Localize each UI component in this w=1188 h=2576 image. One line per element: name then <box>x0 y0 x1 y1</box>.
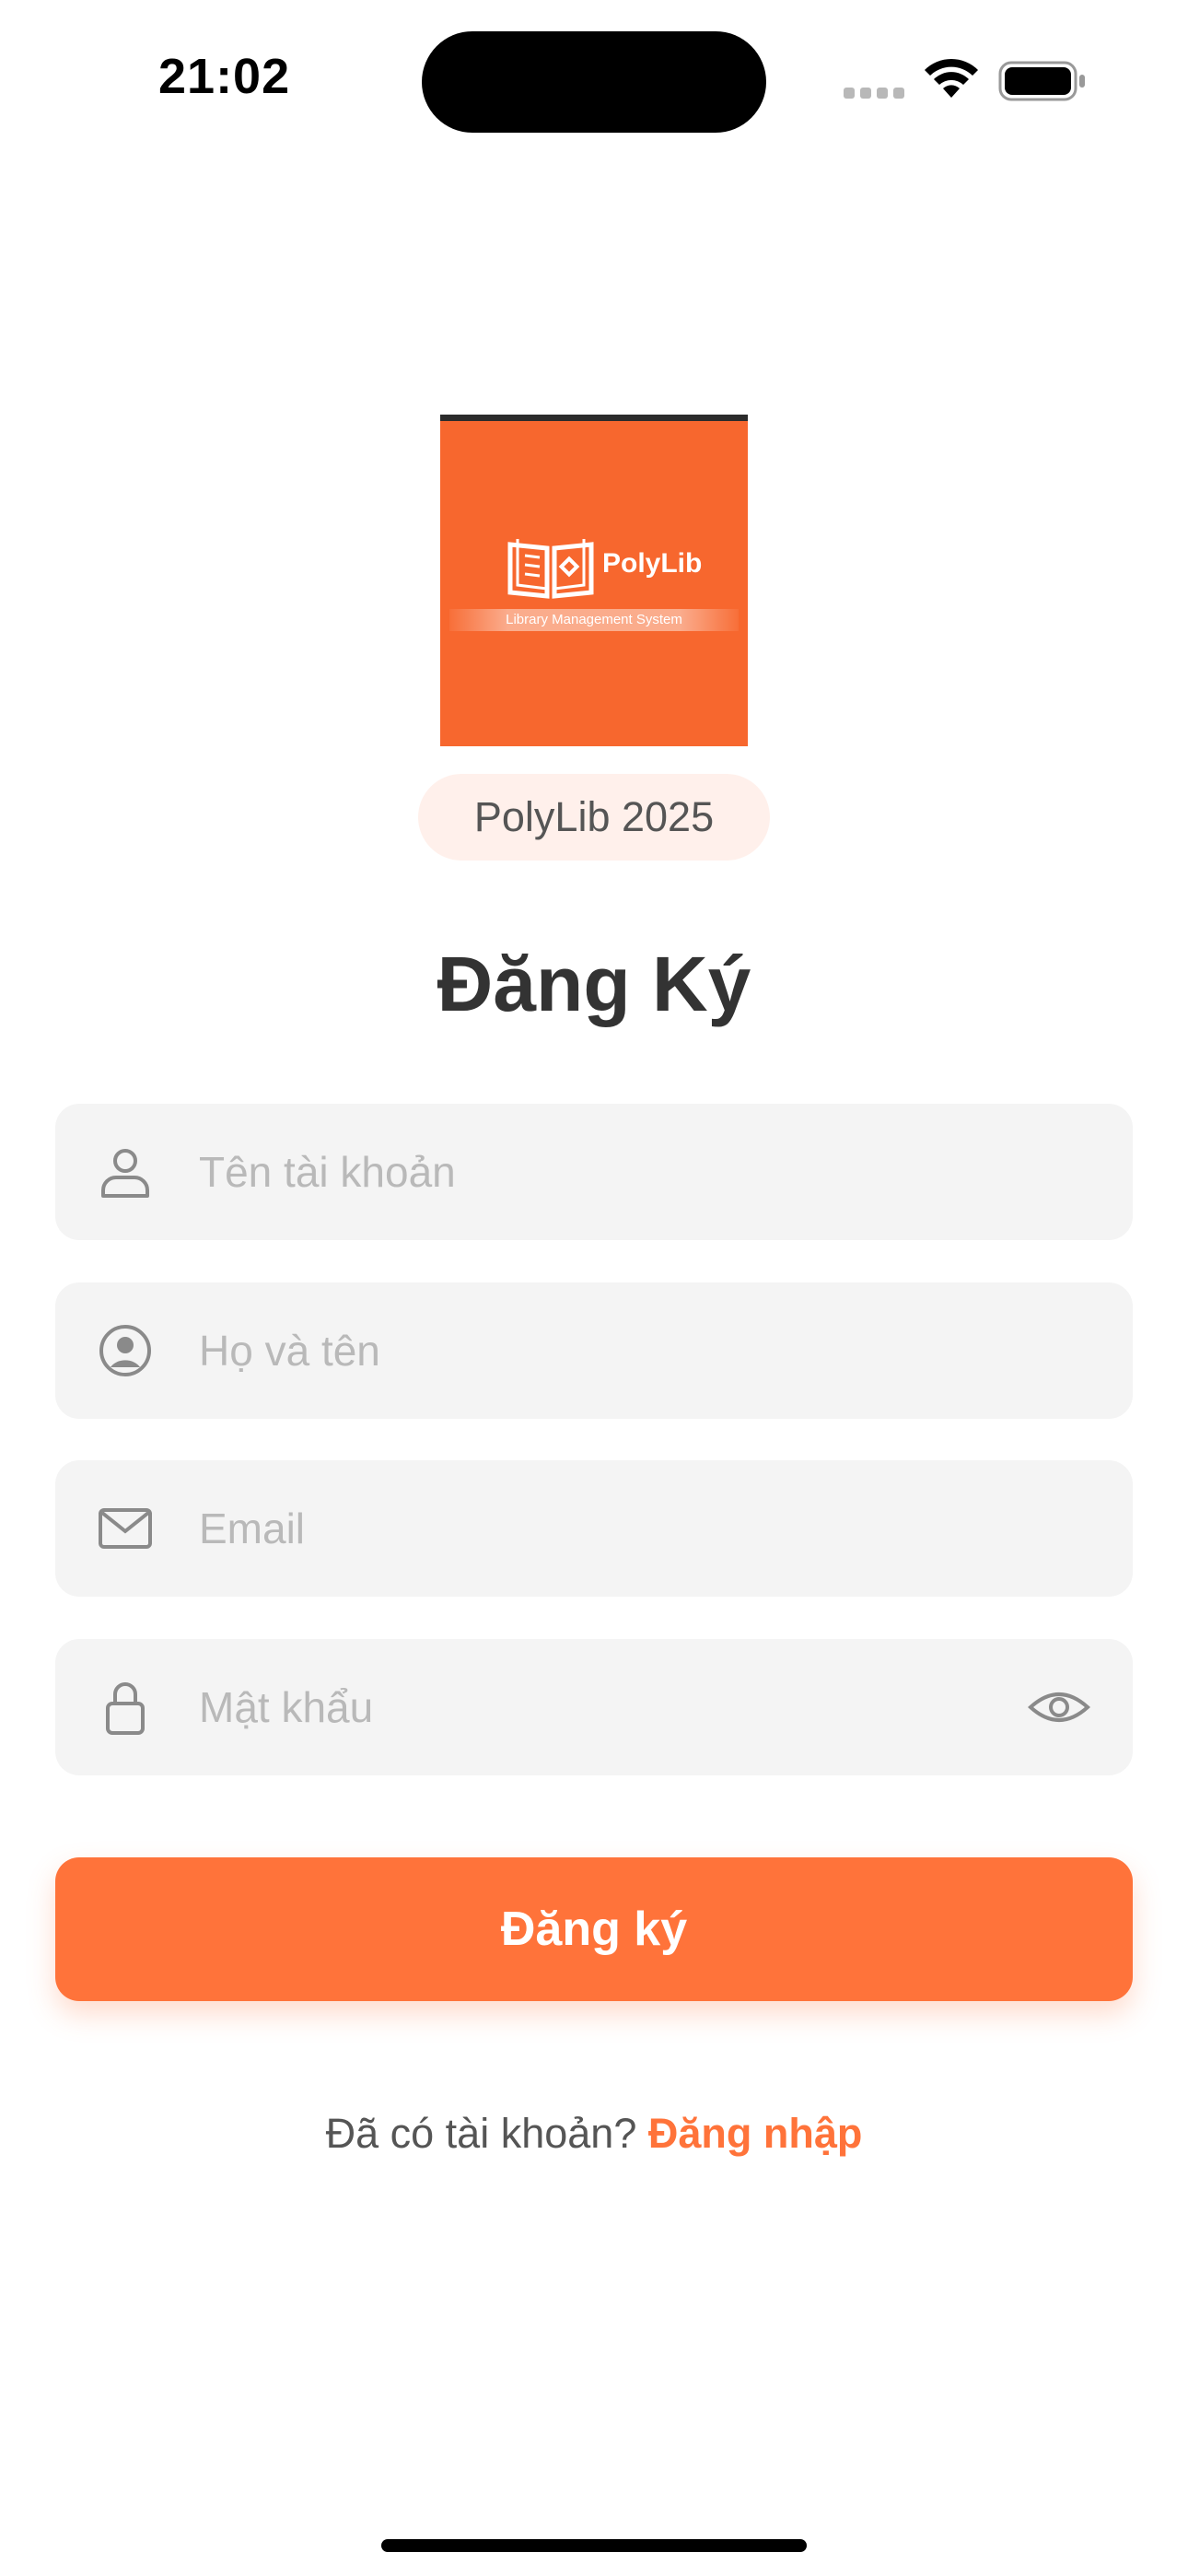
user-circle-icon <box>99 1325 151 1376</box>
fullname-input[interactable] <box>199 1282 1028 1419</box>
login-link[interactable]: Đăng nhập <box>648 2110 863 2157</box>
dynamic-island <box>422 31 766 133</box>
open-book-icon <box>507 539 594 599</box>
fullname-field[interactable] <box>55 1282 1133 1419</box>
version-badge: PolyLib 2025 <box>418 774 770 861</box>
username-field[interactable] <box>55 1104 1133 1240</box>
username-input[interactable] <box>199 1104 1028 1240</box>
login-prompt: Đã có tài khoản? Đăng nhập <box>0 2110 1188 2158</box>
home-indicator[interactable] <box>381 2539 807 2552</box>
app-logo: PolyLib Library Management System <box>440 415 748 746</box>
logo-tagline: Library Management System <box>449 609 739 631</box>
login-prompt-text: Đã có tài khoản? <box>325 2110 637 2157</box>
email-input[interactable] <box>199 1460 1028 1597</box>
lock-icon <box>106 1682 145 1735</box>
cellular-signal-icon <box>844 87 910 103</box>
battery-icon <box>998 61 1085 101</box>
wifi-icon <box>925 58 978 98</box>
password-field[interactable] <box>55 1639 1133 1775</box>
page-title: Đăng Ký <box>437 941 751 1027</box>
register-button[interactable]: Đăng ký <box>55 1857 1133 2001</box>
email-field[interactable] <box>55 1460 1133 1597</box>
status-time: 21:02 <box>158 49 291 104</box>
user-outline-icon <box>101 1149 149 1198</box>
envelope-icon <box>99 1508 152 1549</box>
eye-icon[interactable] <box>1028 1680 1090 1735</box>
logo-brand: PolyLib <box>602 548 703 579</box>
password-input[interactable] <box>199 1639 991 1775</box>
